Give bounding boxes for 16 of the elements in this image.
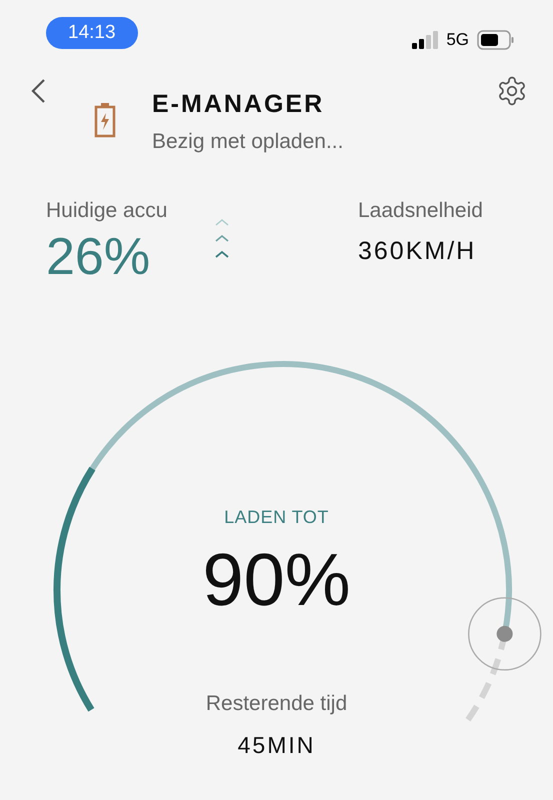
current-battery-value: 26%	[46, 228, 152, 286]
target-label: LADEN TOT	[224, 506, 329, 529]
target-handle[interactable]	[468, 596, 542, 670]
remaining-time-value: 45MIN	[238, 730, 316, 760]
charge-speed-label: Laadsnelheid	[358, 198, 483, 224]
charge-speed-value: 360KM/H	[358, 236, 478, 266]
page-title: E-MANAGER	[152, 89, 326, 120]
status-time: 14:13	[46, 16, 138, 50]
network-label: 5G	[446, 29, 469, 52]
remaining-time-label: Resterende tijd	[206, 691, 348, 718]
battery-icon	[477, 30, 515, 50]
battery-charging-icon	[94, 102, 116, 138]
page-subtitle: Bezig met opladen...	[152, 128, 344, 154]
current-battery-label: Huidige accu	[46, 198, 168, 224]
signal-icon	[412, 31, 438, 49]
target-value: 90%	[202, 538, 351, 620]
